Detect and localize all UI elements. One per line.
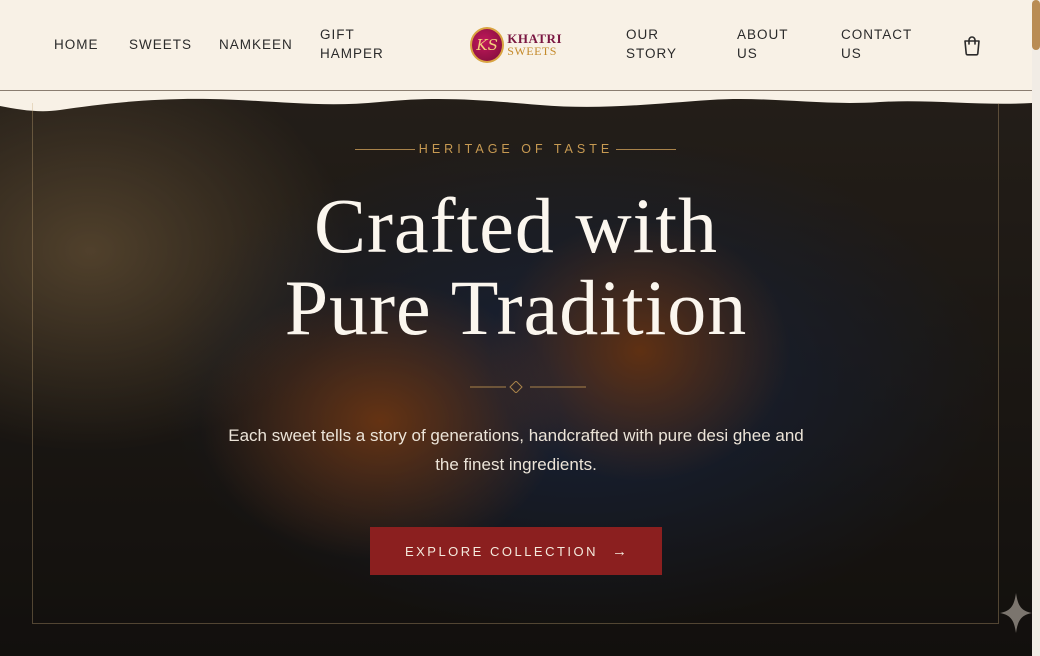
hero-title: Crafted with Pure Tradition — [0, 185, 1032, 349]
logo-wordmark: KHATRI SWEETS — [507, 32, 562, 58]
nav-home[interactable]: HOME — [54, 35, 99, 54]
explore-collection-button[interactable]: EXPLORE COLLECTION → — [370, 527, 662, 575]
nav-our-story-line1: OUR — [626, 27, 659, 42]
ornament-divider — [470, 381, 586, 393]
nav-contact-us[interactable]: CONTACT US — [841, 25, 912, 63]
site-header: HOME SWEETS NAMKEEN GIFT HAMPER KS KHATR… — [0, 0, 1032, 91]
hero-section: HERITAGE OF TASTE Crafted with Pure Trad… — [0, 91, 1032, 656]
wave-divider — [0, 91, 1032, 112]
logo-line2: SWEETS — [507, 44, 557, 58]
frame-line-right — [998, 103, 999, 623]
nav-about-us[interactable]: ABOUT US — [737, 25, 789, 63]
brand-logo[interactable]: KS KHATRI SWEETS — [470, 26, 562, 64]
nav-about-line2: US — [737, 46, 758, 61]
nav-contact-line1: CONTACT — [841, 27, 913, 42]
nav-our-story[interactable]: OUR STORY — [626, 25, 677, 63]
frame-line-bottom — [32, 623, 999, 624]
nav-contact-line2: US — [841, 46, 862, 61]
hero-eyebrow: HERITAGE OF TASTE — [418, 142, 614, 156]
hero-title-line1: Crafted with — [313, 182, 719, 269]
cta-label: EXPLORE COLLECTION — [404, 543, 599, 559]
nav-about-line1: ABOUT — [737, 27, 789, 42]
nav-gift-hamper[interactable]: GIFT HAMPER — [320, 25, 384, 63]
nav-our-story-line2: STORY — [626, 46, 678, 61]
shopping-bag-icon[interactable] — [960, 34, 984, 58]
hero-subtitle: Each sweet tells a story of generations,… — [228, 426, 804, 474]
scrollbar-thumb[interactable] — [1032, 0, 1040, 50]
eyebrow-line-right — [616, 149, 676, 150]
sparkle-icon — [1000, 593, 1032, 633]
arrow-right-icon: → — [612, 542, 628, 560]
nav-namkeen[interactable]: NAMKEEN — [219, 35, 293, 54]
frame-line-left — [32, 103, 33, 623]
hero-title-line2: Pure Tradition — [284, 264, 748, 351]
nav-gift-hamper-line1: GIFT — [320, 27, 355, 42]
nav-gift-hamper-line2: HAMPER — [320, 46, 384, 61]
nav-sweets[interactable]: SWEETS — [129, 35, 192, 54]
logo-monogram: KS — [470, 27, 505, 63]
page-scrollbar[interactable] — [1032, 0, 1040, 656]
